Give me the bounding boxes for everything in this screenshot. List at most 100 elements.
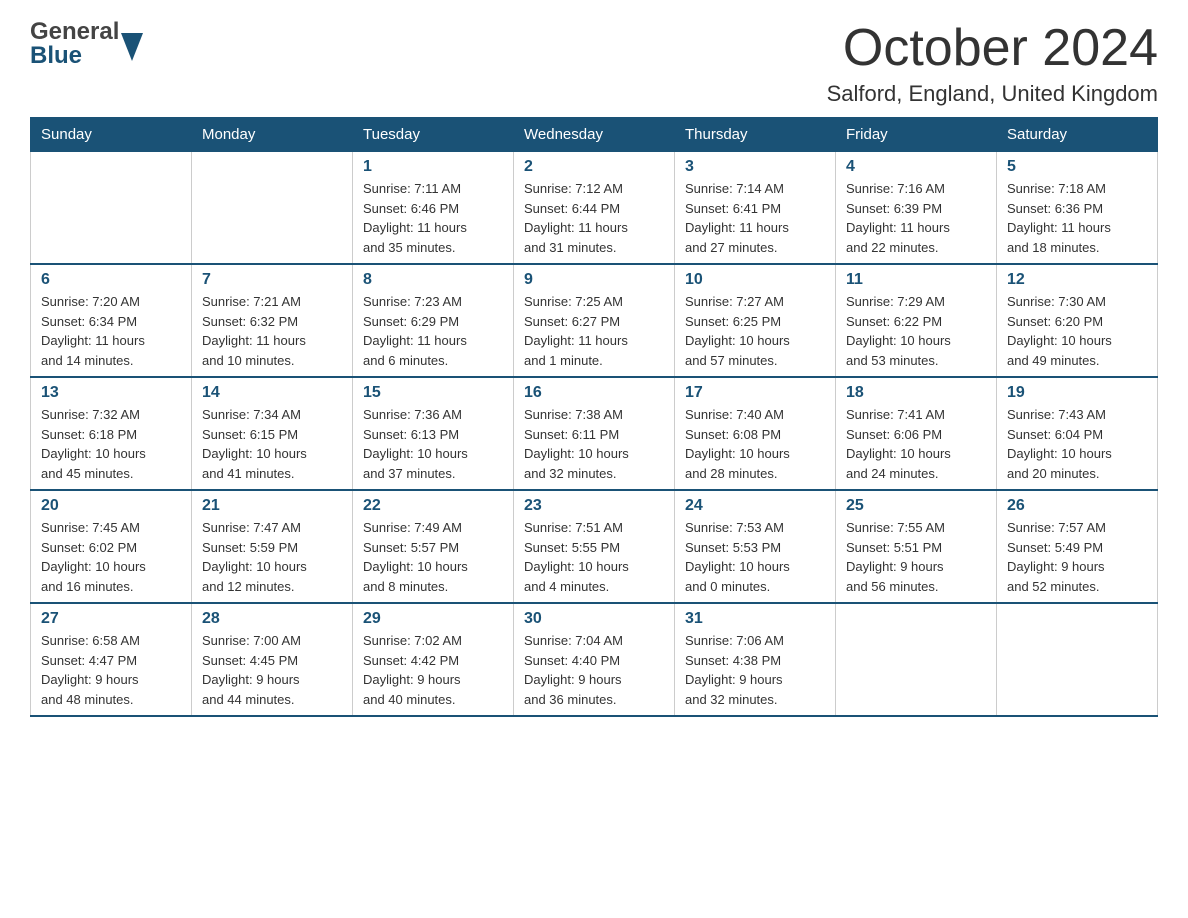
day-number: 5 (1007, 158, 1147, 176)
col-sunday: Sunday (31, 118, 192, 152)
logo-name: General Blue (30, 20, 119, 68)
location: Salford, England, United Kingdom (827, 81, 1158, 107)
col-wednesday: Wednesday (514, 118, 675, 152)
day-number: 23 (524, 497, 664, 515)
day-info: Sunrise: 7:32 AM Sunset: 6:18 PM Dayligh… (41, 405, 181, 483)
table-row: 5 Sunrise: 7:18 AM Sunset: 6:36 PM Daylig… (997, 152, 1158, 265)
day-info: Sunrise: 7:04 AM Sunset: 4:40 PM Dayligh… (524, 631, 664, 709)
day-number: 21 (202, 497, 342, 515)
day-info: Sunrise: 7:38 AM Sunset: 6:11 PM Dayligh… (524, 405, 664, 483)
day-number: 17 (685, 384, 825, 402)
table-row: 22Sunrise: 7:49 AM Sunset: 5:57 PM Dayli… (353, 490, 514, 603)
table-row: 13 Sunrise: 7:32 AM Sunset: 6:18 PM Dayli… (31, 377, 192, 490)
day-number: 14 (202, 384, 342, 402)
calendar-header-row: Sunday Monday Tuesday Wednesday Thursday… (31, 118, 1158, 152)
table-row (192, 152, 353, 265)
table-row: 8 Sunrise: 7:23 AM Sunset: 6:29 PM Daylig… (353, 264, 514, 377)
day-number: 13 (41, 384, 181, 402)
logo: General Blue (30, 20, 143, 68)
table-row: 30 Sunrise: 7:04 AM Sunset: 4:40 PM Dayli… (514, 603, 675, 716)
day-number: 3 (685, 158, 825, 176)
day-info: Sunrise: 7:16 AM Sunset: 6:39 PM Dayligh… (846, 179, 986, 257)
month-title: October 2024 (827, 20, 1158, 77)
day-info: Sunrise: 7:51 AM Sunset: 5:55 PM Dayligh… (524, 518, 664, 596)
col-friday: Friday (836, 118, 997, 152)
table-row: 15 Sunrise: 7:36 AM Sunset: 6:13 PM Dayli… (353, 377, 514, 490)
table-row: 7Sunrise: 7:21 AM Sunset: 6:32 PM Daylig… (192, 264, 353, 377)
table-row: 26 Sunrise: 7:57 AM Sunset: 5:49 PM Dayli… (997, 490, 1158, 603)
day-number: 12 (1007, 271, 1147, 289)
day-number: 1 (363, 158, 503, 176)
table-row: 18 Sunrise: 7:41 AM Sunset: 6:06 PM Dayli… (836, 377, 997, 490)
table-row: 20Sunrise: 7:45 AM Sunset: 6:02 PM Dayli… (31, 490, 192, 603)
day-info: Sunrise: 7:47 AM Sunset: 5:59 PM Dayligh… (202, 518, 342, 596)
day-info: Sunrise: 7:18 AM Sunset: 6:36 PM Dayligh… (1007, 179, 1147, 257)
table-row: 21 Sunrise: 7:47 AM Sunset: 5:59 PM Dayli… (192, 490, 353, 603)
table-row: 14Sunrise: 7:34 AM Sunset: 6:15 PM Dayli… (192, 377, 353, 490)
day-number: 25 (846, 497, 986, 515)
day-info: Sunrise: 7:36 AM Sunset: 6:13 PM Dayligh… (363, 405, 503, 483)
table-row: 28Sunrise: 7:00 AM Sunset: 4:45 PM Dayli… (192, 603, 353, 716)
day-info: Sunrise: 7:53 AM Sunset: 5:53 PM Dayligh… (685, 518, 825, 596)
page-header: General Blue October 2024 Salford, Engla… (30, 20, 1158, 107)
day-number: 20 (41, 497, 181, 515)
table-row: 27Sunrise: 6:58 AM Sunset: 4:47 PM Dayli… (31, 603, 192, 716)
calendar-table: Sunday Monday Tuesday Wednesday Thursday… (30, 117, 1158, 717)
day-number: 2 (524, 158, 664, 176)
day-number: 28 (202, 610, 342, 628)
day-info: Sunrise: 7:40 AM Sunset: 6:08 PM Dayligh… (685, 405, 825, 483)
table-row: 9Sunrise: 7:25 AM Sunset: 6:27 PM Daylig… (514, 264, 675, 377)
calendar-week-row: 20Sunrise: 7:45 AM Sunset: 6:02 PM Dayli… (31, 490, 1158, 603)
day-number: 29 (363, 610, 503, 628)
logo-general: General (30, 20, 119, 44)
day-info: Sunrise: 6:58 AM Sunset: 4:47 PM Dayligh… (41, 631, 181, 709)
col-saturday: Saturday (997, 118, 1158, 152)
day-info: Sunrise: 7:11 AM Sunset: 6:46 PM Dayligh… (363, 179, 503, 257)
table-row: 2 Sunrise: 7:12 AM Sunset: 6:44 PM Daylig… (514, 152, 675, 265)
day-number: 24 (685, 497, 825, 515)
day-number: 7 (202, 271, 342, 289)
table-row: 24 Sunrise: 7:53 AM Sunset: 5:53 PM Dayli… (675, 490, 836, 603)
day-info: Sunrise: 7:25 AM Sunset: 6:27 PM Dayligh… (524, 292, 664, 370)
day-info: Sunrise: 7:12 AM Sunset: 6:44 PM Dayligh… (524, 179, 664, 257)
day-info: Sunrise: 7:02 AM Sunset: 4:42 PM Dayligh… (363, 631, 503, 709)
calendar-week-row: 13 Sunrise: 7:32 AM Sunset: 6:18 PM Dayli… (31, 377, 1158, 490)
day-info: Sunrise: 7:06 AM Sunset: 4:38 PM Dayligh… (685, 631, 825, 709)
table-row: 6 Sunrise: 7:20 AM Sunset: 6:34 PM Daylig… (31, 264, 192, 377)
table-row: 23 Sunrise: 7:51 AM Sunset: 5:55 PM Dayli… (514, 490, 675, 603)
day-number: 19 (1007, 384, 1147, 402)
table-row: 25 Sunrise: 7:55 AM Sunset: 5:51 PM Dayli… (836, 490, 997, 603)
table-row: 10 Sunrise: 7:27 AM Sunset: 6:25 PM Dayli… (675, 264, 836, 377)
calendar-week-row: 1 Sunrise: 7:11 AM Sunset: 6:46 PM Daylig… (31, 152, 1158, 265)
day-number: 6 (41, 271, 181, 289)
calendar-week-row: 6 Sunrise: 7:20 AM Sunset: 6:34 PM Daylig… (31, 264, 1158, 377)
col-thursday: Thursday (675, 118, 836, 152)
table-row (31, 152, 192, 265)
day-info: Sunrise: 7:43 AM Sunset: 6:04 PM Dayligh… (1007, 405, 1147, 483)
day-info: Sunrise: 7:57 AM Sunset: 5:49 PM Dayligh… (1007, 518, 1147, 596)
day-number: 30 (524, 610, 664, 628)
title-area: October 2024 Salford, England, United Ki… (827, 20, 1158, 107)
day-info: Sunrise: 7:20 AM Sunset: 6:34 PM Dayligh… (41, 292, 181, 370)
day-number: 15 (363, 384, 503, 402)
day-number: 10 (685, 271, 825, 289)
day-number: 18 (846, 384, 986, 402)
col-monday: Monday (192, 118, 353, 152)
logo-triangle-icon (121, 33, 143, 66)
table-row: 19 Sunrise: 7:43 AM Sunset: 6:04 PM Dayli… (997, 377, 1158, 490)
day-info: Sunrise: 7:27 AM Sunset: 6:25 PM Dayligh… (685, 292, 825, 370)
col-tuesday: Tuesday (353, 118, 514, 152)
day-info: Sunrise: 7:41 AM Sunset: 6:06 PM Dayligh… (846, 405, 986, 483)
day-number: 26 (1007, 497, 1147, 515)
day-number: 16 (524, 384, 664, 402)
day-info: Sunrise: 7:23 AM Sunset: 6:29 PM Dayligh… (363, 292, 503, 370)
table-row: 12Sunrise: 7:30 AM Sunset: 6:20 PM Dayli… (997, 264, 1158, 377)
day-number: 22 (363, 497, 503, 515)
table-row: 3Sunrise: 7:14 AM Sunset: 6:41 PM Daylig… (675, 152, 836, 265)
table-row (997, 603, 1158, 716)
day-number: 4 (846, 158, 986, 176)
table-row: 4 Sunrise: 7:16 AM Sunset: 6:39 PM Daylig… (836, 152, 997, 265)
day-number: 8 (363, 271, 503, 289)
day-info: Sunrise: 7:29 AM Sunset: 6:22 PM Dayligh… (846, 292, 986, 370)
day-info: Sunrise: 7:55 AM Sunset: 5:51 PM Dayligh… (846, 518, 986, 596)
